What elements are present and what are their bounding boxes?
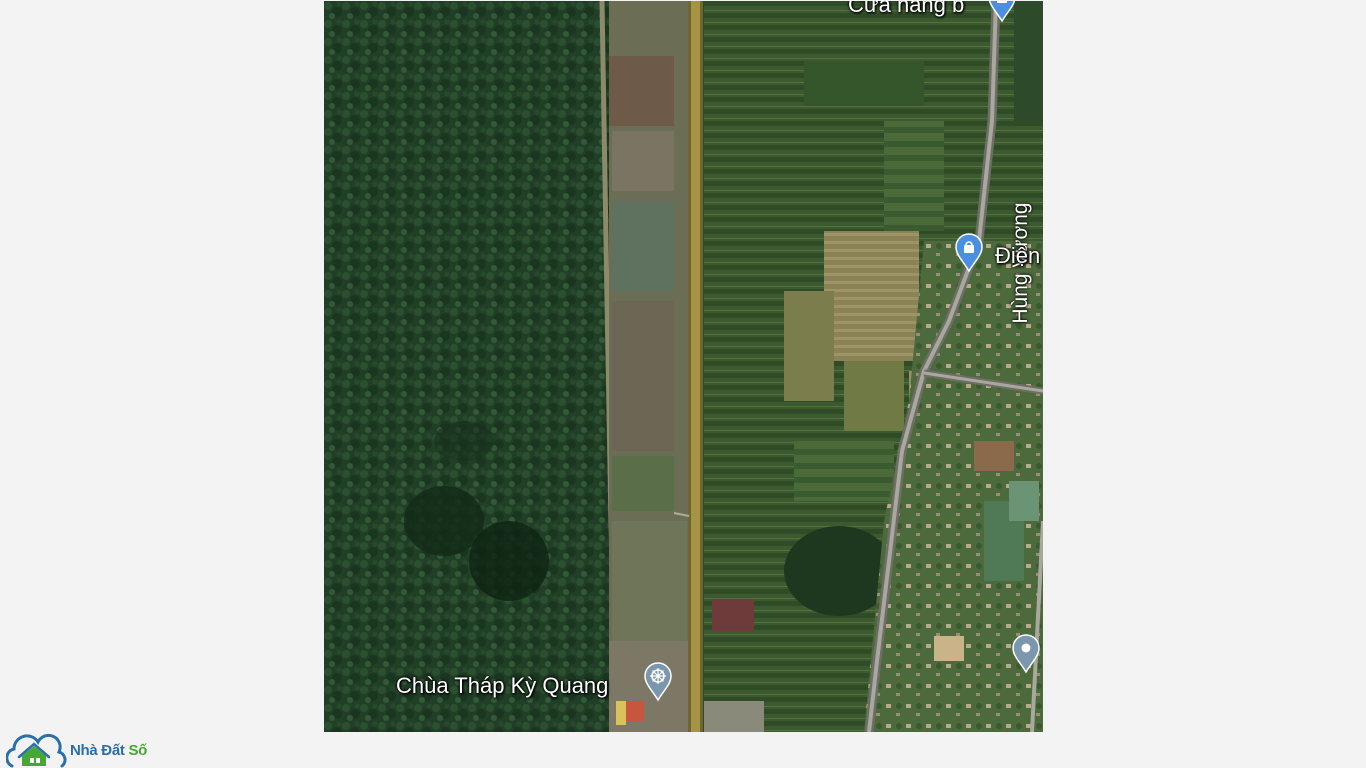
location-pin-icon[interactable]: [1010, 634, 1042, 674]
house-cloud-icon: [6, 733, 67, 768]
satellite-imagery: [324, 1, 1043, 732]
poi-label-pagoda[interactable]: Chùa Tháp Kỳ Quang: [396, 673, 608, 699]
shopping-bag-icon[interactable]: [953, 233, 985, 273]
poi-label-store[interactable]: Cửa hàng b: [848, 1, 964, 18]
nhadatso-logo: Nhà Đất Số: [6, 732, 147, 768]
logo-text: Nhà Đất Số: [70, 741, 148, 759]
satellite-map[interactable]: Hùng Vương Cửa hàng b Điện Chùa Tháp Kỳ …: [324, 1, 1043, 732]
poi-label-dien[interactable]: Điện: [995, 243, 1040, 269]
dharma-wheel-icon[interactable]: [642, 662, 674, 702]
shopping-bag-icon[interactable]: [986, 1, 1018, 23]
